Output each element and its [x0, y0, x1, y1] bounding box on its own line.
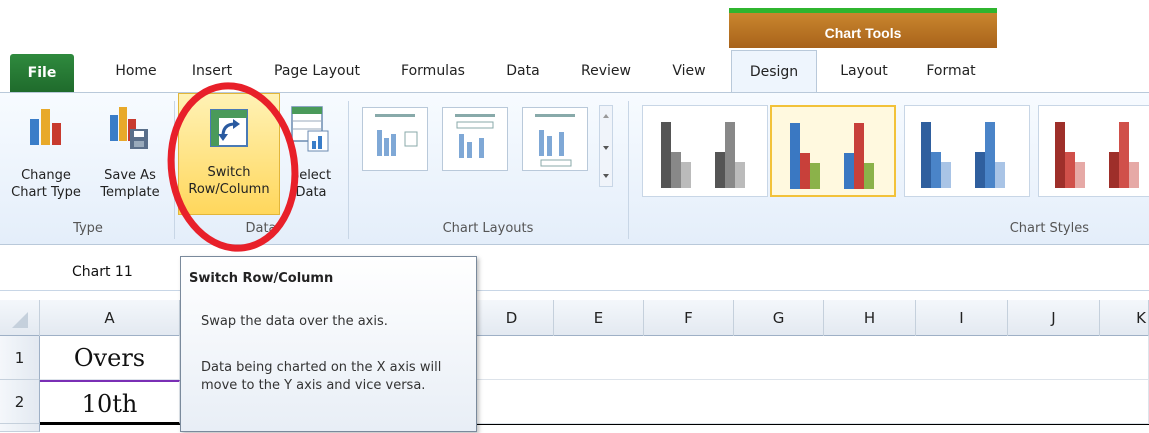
chart-layouts-group-label: Chart Layouts [442, 221, 534, 236]
row-header-2[interactable]: 2 [0, 380, 40, 424]
switch-row-column-tooltip: Switch Row/Column Swap the data over the… [180, 256, 477, 432]
tooltip-line-2: Data being charted on the X axis will mo… [201, 360, 442, 393]
chart-tools-header: Chart Tools [729, 8, 997, 48]
cell-a2[interactable]: 10th [40, 380, 180, 424]
chart-style-4[interactable] [1038, 105, 1149, 197]
layouts-gallery-scroll[interactable] [599, 105, 613, 187]
select-data-icon [291, 106, 329, 152]
column-header-d[interactable]: D [470, 300, 554, 336]
column-header-i[interactable]: I [916, 300, 1008, 336]
column-header-j[interactable]: J [1008, 300, 1100, 336]
save-as-template-button[interactable]: Save As Template [92, 97, 168, 213]
tab-design[interactable]: Design [731, 50, 817, 93]
style-4-icon [1055, 122, 1139, 188]
select-all-corner[interactable] [0, 300, 40, 336]
tab-data[interactable]: Data [500, 50, 546, 92]
cell-a1[interactable]: Overs [40, 336, 180, 380]
chart-style-3[interactable] [904, 105, 1030, 197]
chart-style-1[interactable] [642, 105, 768, 197]
column-header-k[interactable]: K [1100, 300, 1149, 336]
tab-file[interactable]: File [10, 54, 74, 92]
chart-style-2[interactable] [770, 105, 896, 197]
column-header-row: A B C D E F G H I J K [0, 300, 1149, 336]
layout-1-icon [375, 114, 418, 156]
column-header-f[interactable]: F [644, 300, 734, 336]
tab-formulas[interactable]: Formulas [394, 50, 472, 92]
change-chart-type-label-1: Change [21, 168, 71, 183]
chart-layout-3[interactable] [522, 107, 588, 171]
change-chart-type-label-2: Chart Type [11, 185, 81, 200]
style-2-icon [790, 123, 874, 189]
tooltip-title: Switch Row/Column [189, 271, 334, 286]
save-as-template-label-2: Template [100, 185, 160, 200]
chart-tools-label: Chart Tools [824, 25, 902, 41]
tab-review[interactable]: Review [574, 50, 638, 92]
layout-2-icon [455, 114, 495, 158]
chart-layout-1[interactable] [362, 107, 428, 171]
cells-row-2[interactable] [470, 380, 1149, 424]
row-header-3[interactable] [0, 424, 40, 432]
column-header-g[interactable]: G [734, 300, 824, 336]
tab-page-layout[interactable]: Page Layout [268, 50, 366, 92]
style-1-icon [661, 122, 745, 188]
name-box-value: Chart 11 [72, 264, 133, 280]
chart-styles-group-label: Chart Styles [1009, 221, 1089, 236]
tab-layout[interactable]: Layout [834, 50, 894, 92]
layout-3-icon [535, 114, 575, 167]
column-header-e[interactable]: E [554, 300, 644, 336]
type-group-label: Type [73, 221, 103, 236]
change-chart-type-button[interactable]: Change Chart Type [8, 97, 84, 213]
ribbon-tab-bar: File Home Insert Page Layout Formulas Da… [0, 50, 1149, 93]
tab-home[interactable]: Home [108, 50, 164, 92]
tooltip-line-1: Swap the data over the axis. [201, 314, 388, 329]
save-template-icon [110, 107, 148, 149]
gallery-arrows-icon [603, 114, 609, 178]
save-as-template-label-1: Save As [104, 168, 156, 183]
group-separator [348, 101, 349, 239]
style-3-icon [921, 122, 1005, 188]
cells-row-1[interactable] [470, 336, 1149, 380]
name-box[interactable]: Chart 11 [0, 256, 180, 290]
select-all-icon [11, 312, 28, 328]
chart-layout-2[interactable] [442, 107, 508, 171]
chart-type-icon [30, 109, 61, 145]
row-header-1[interactable]: 1 [0, 336, 40, 380]
tab-view[interactable]: View [664, 50, 714, 92]
group-separator [628, 101, 629, 239]
column-header-h[interactable]: H [824, 300, 916, 336]
tab-format[interactable]: Format [920, 50, 982, 92]
column-header-a[interactable]: A [40, 300, 180, 336]
